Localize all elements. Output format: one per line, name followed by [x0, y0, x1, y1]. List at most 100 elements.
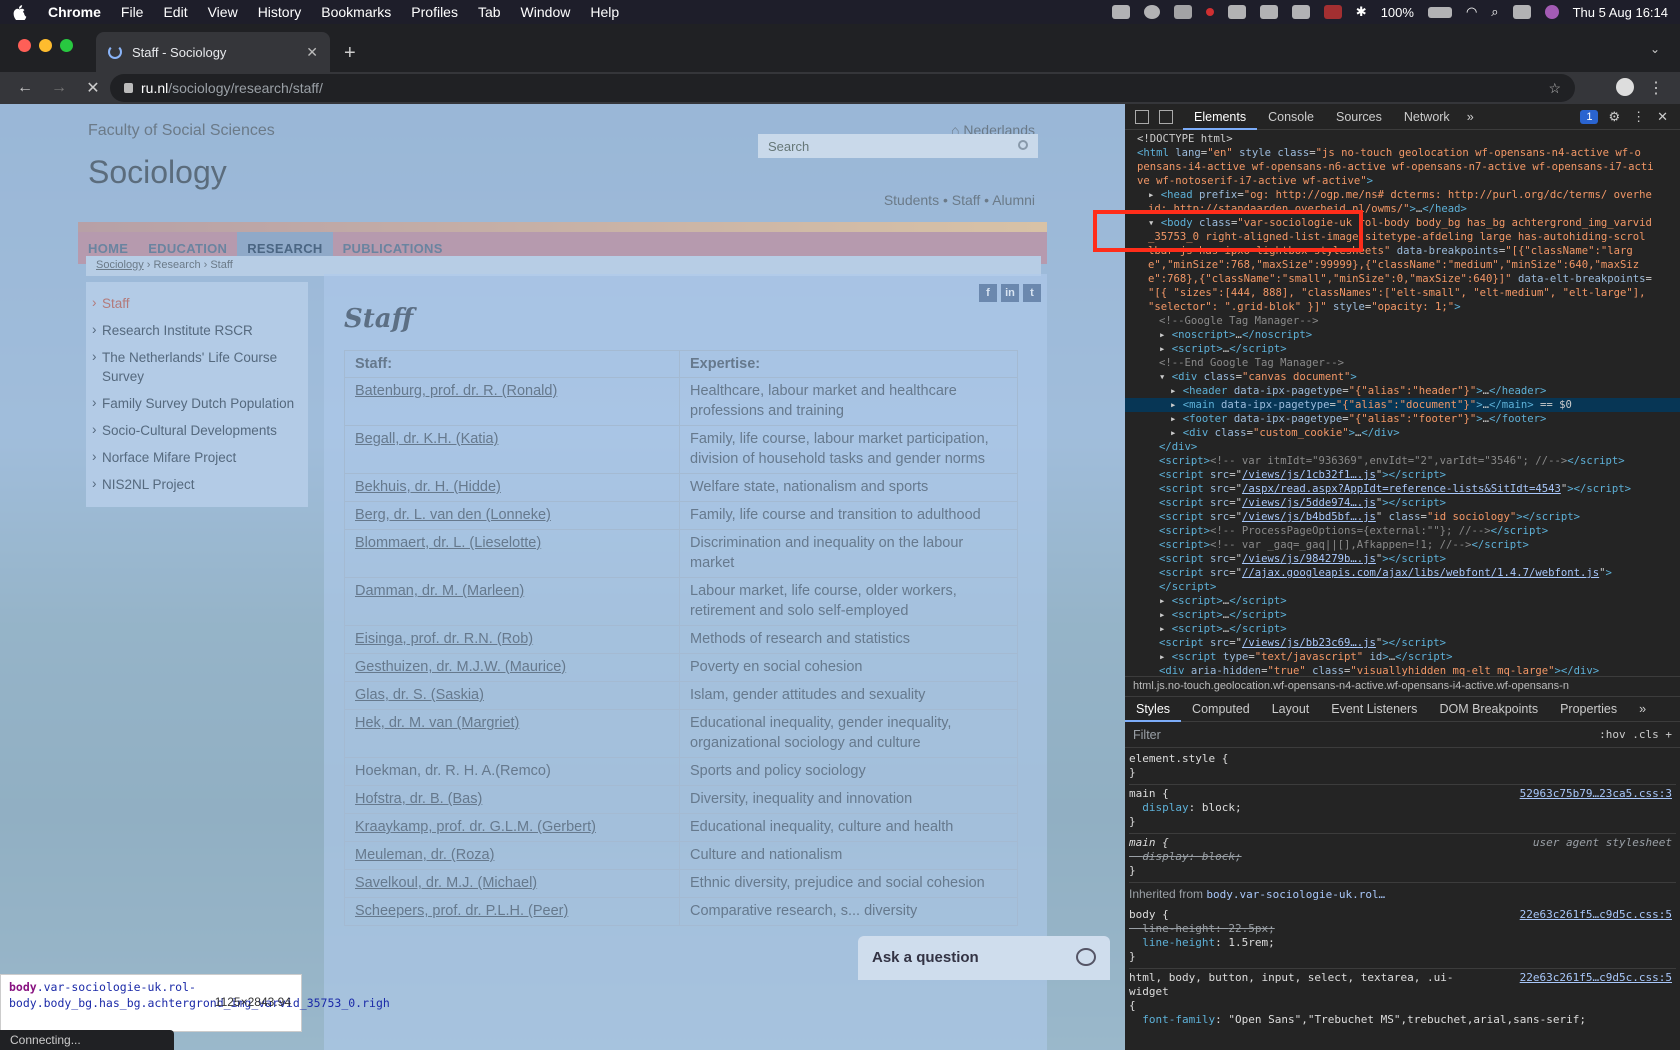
tab-layout[interactable]: Layout — [1261, 696, 1321, 722]
rule-body[interactable]: 22e63c261f5…c9d5c.css:5 body { line-heig… — [1129, 906, 1676, 969]
device-toolbar-icon[interactable] — [1159, 109, 1173, 124]
dom-node[interactable]: pensans-i4-active wf-opensans-n6-active … — [1125, 160, 1680, 174]
bookmark-star-icon[interactable]: ☆ — [1548, 80, 1561, 97]
issues-badge[interactable]: 1 — [1580, 109, 1599, 124]
staff-name-link[interactable]: Kraaykamp, prof. dr. G.L.M. (Gerbert) — [355, 819, 596, 835]
staff-name-link[interactable]: Glas, dr. S. (Saskia) — [355, 687, 484, 703]
dom-node[interactable]: <script src="/views/js/b4bd5bf….js" clas… — [1125, 510, 1680, 524]
menu-tab[interactable]: Tab — [478, 4, 501, 20]
chat-bubble-icon[interactable] — [1076, 948, 1096, 966]
tab-sources[interactable]: Sources — [1325, 104, 1393, 130]
dom-node[interactable]: ▸ <footer data-ipx-pagetype="{"alias":"f… — [1125, 412, 1680, 426]
more-panels-icon[interactable]: » — [1628, 696, 1657, 722]
spotlight-icon[interactable]: ⌕ — [1491, 4, 1498, 20]
dom-node[interactable]: <script src="/views/js/984279b….js"></sc… — [1125, 552, 1680, 566]
new-tab-icon[interactable]: + — [344, 42, 356, 65]
dom-node[interactable]: ▸ <script>…</script> — [1125, 342, 1680, 356]
menu-history[interactable]: History — [258, 4, 302, 20]
sidebar-item-norface[interactable]: Norface Mifare Project — [86, 444, 308, 471]
dom-node[interactable]: ▸ <script>…</script> — [1125, 608, 1680, 622]
audience-links[interactable]: Students • Staff • Alumni — [884, 192, 1035, 208]
more-tabs-icon[interactable]: » — [1461, 110, 1480, 124]
close-tab-icon[interactable]: ✕ — [306, 44, 318, 61]
site-search-input[interactable]: Search — [758, 134, 1038, 158]
back-icon[interactable]: ← — [16, 79, 34, 97]
dom-node[interactable]: <script><!-- var itmIdt="936369",envIdt=… — [1125, 454, 1680, 468]
mute-icon[interactable] — [1291, 5, 1310, 19]
app-grid-icon[interactable] — [1227, 5, 1246, 19]
staff-name-link[interactable]: Eisinga, prof. dr. R.N. (Rob) — [355, 631, 533, 647]
staff-name-link[interactable]: Bekhuis, dr. H. (Hidde) — [355, 479, 501, 495]
browser-tab[interactable]: Staff - Sociology ✕ — [96, 32, 330, 72]
menu-clock[interactable]: Thu 5 Aug 16:14 — [1573, 5, 1668, 20]
forward-icon[interactable]: → — [50, 79, 68, 97]
dom-node[interactable]: <html lang="en" style class="js no-touch… — [1125, 146, 1680, 160]
sidebar-item-nis2nl[interactable]: NIS2NL Project — [86, 471, 308, 498]
styles-tools[interactable]: :hov .cls + — [1599, 728, 1672, 741]
dom-node[interactable]: <script src="/views/js/5dde974….js"></sc… — [1125, 496, 1680, 510]
menu-file[interactable]: File — [121, 4, 144, 20]
facebook-icon[interactable]: f — [979, 284, 997, 302]
us-flag-icon[interactable] — [1323, 5, 1342, 19]
dropbox-icon[interactable] — [1173, 5, 1192, 19]
dom-node[interactable]: ve wf-notoserif-i7-active wf-active"> — [1125, 174, 1680, 188]
sidebar-item-staff[interactable]: Staff — [86, 290, 308, 317]
creative-cloud-icon[interactable] — [1143, 5, 1160, 19]
dom-node[interactable]: "selector": ".grid-blok" }]" style="opac… — [1125, 300, 1680, 314]
dom-node[interactable]: ▸ <head prefix="og: http://ogp.me/ns# dc… — [1125, 188, 1680, 202]
ask-question-widget[interactable]: Ask a question — [858, 936, 1110, 980]
dom-node[interactable]: <script><!-- var _gaq=_gaq||[],Afkappen=… — [1125, 538, 1680, 552]
tab-dom-breakpoints[interactable]: DOM Breakpoints — [1428, 696, 1549, 722]
menu-view[interactable]: View — [208, 4, 238, 20]
tab-network[interactable]: Network — [1393, 104, 1461, 130]
sidebar-item-life-course-survey[interactable]: The Netherlands' Life Course Survey — [86, 344, 308, 390]
staff-name-link[interactable]: Scheepers, prof. dr. P.L.H. (Peer) — [355, 903, 568, 919]
tab-search-icon[interactable]: ⌄ — [1650, 42, 1660, 56]
apple-menu-icon[interactable] — [12, 4, 28, 20]
faculty-name[interactable]: Faculty of Social Sciences — [88, 122, 275, 140]
search-icon[interactable] — [1018, 140, 1028, 150]
dom-node[interactable]: <script src="/views/js/1cb32f1….js"></sc… — [1125, 468, 1680, 482]
close-devtools-icon[interactable]: ✕ — [1657, 109, 1668, 125]
close-window-button[interactable] — [18, 39, 31, 52]
bluetooth-icon[interactable]: ✱ — [1356, 4, 1367, 20]
window-icon[interactable] — [1259, 5, 1278, 19]
dom-node[interactable]: e":768},{"className":"small","minSize":0… — [1125, 272, 1680, 286]
rule-main[interactable]: 52963c75b79…23ca5.css:3 main { display: … — [1129, 785, 1676, 834]
dom-node[interactable]: e","minSize":768,"maxSize":99999},{"clas… — [1125, 258, 1680, 272]
dom-node[interactable]: "[{ "sizes":[444, 888], "classNames":["e… — [1125, 286, 1680, 300]
menu-app-chrome[interactable]: Chrome — [48, 4, 101, 20]
kebab-menu-icon[interactable]: ⋮ — [1648, 78, 1664, 98]
control-center-icon[interactable] — [1512, 5, 1531, 19]
tab-event-listeners[interactable]: Event Listeners — [1320, 696, 1428, 722]
sidebar-item-rscr[interactable]: Research Institute RSCR — [86, 317, 308, 344]
wifi-icon[interactable]: ◠ — [1466, 4, 1477, 20]
inspect-element-icon[interactable] — [1135, 109, 1149, 124]
tab-styles[interactable]: Styles — [1125, 696, 1182, 722]
staff-name-link[interactable]: Berg, dr. L. van den (Lonneke) — [355, 507, 551, 523]
breadcrumb-research[interactable]: Research — [153, 259, 200, 271]
rule-font-family[interactable]: 22e63c261f5…c9d5c.css:5 html, body, butt… — [1129, 969, 1676, 1031]
dom-node[interactable]: <script src="/views/js/bb23c69….js"></sc… — [1125, 636, 1680, 650]
staff-name-link[interactable]: Hek, dr. M. van (Margriet) — [355, 715, 519, 731]
dom-node[interactable]: ▾ <div class="canvas document"> — [1125, 370, 1680, 384]
breadcrumb-sociology[interactable]: Sociology — [96, 259, 144, 271]
dom-node[interactable]: <!--End Google Tag Manager--> — [1125, 356, 1680, 370]
sidebar-item-socio-cultural[interactable]: Socio-Cultural Developments — [86, 417, 308, 444]
site-title[interactable]: Sociology — [88, 154, 227, 191]
dom-node[interactable]: ▸ <header data-ipx-pagetype="{"alias":"h… — [1125, 384, 1680, 398]
settings-gear-icon[interactable]: ⚙ — [1608, 109, 1620, 125]
battery-icon[interactable] — [1427, 6, 1452, 18]
dom-breadcrumb[interactable]: html.js.no-touch.geolocation.wf-opensans… — [1125, 676, 1680, 696]
rule-element-style[interactable]: element.style { } — [1129, 750, 1676, 785]
dom-node[interactable]: <script src="//ajax.googleapis.com/ajax/… — [1125, 566, 1680, 580]
menu-bookmarks[interactable]: Bookmarks — [321, 4, 391, 20]
stop-loading-icon[interactable]: ✕ — [84, 78, 102, 98]
dom-node[interactable]: ▸ <noscript>…</noscript> — [1125, 328, 1680, 342]
staff-name-link[interactable]: Begall, dr. K.H. (Katia) — [355, 431, 498, 447]
staff-name-link[interactable]: Damman, dr. M. (Marleen) — [355, 583, 524, 599]
staff-name-link[interactable]: Gesthuizen, dr. M.J.W. (Maurice) — [355, 659, 566, 675]
devtools-menu-icon[interactable]: ⋮ — [1632, 109, 1645, 125]
dom-node[interactable]: <script><!-- ProcessPageOptions={externa… — [1125, 524, 1680, 538]
dom-node[interactable]: ▸ <script>…</script> — [1125, 622, 1680, 636]
